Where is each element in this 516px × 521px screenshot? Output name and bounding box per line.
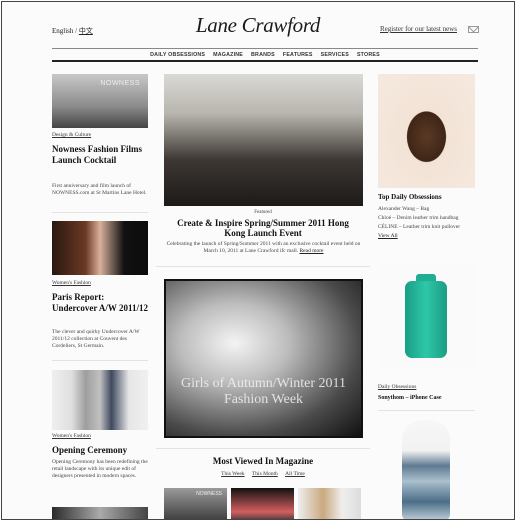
nav-stores[interactable]: STORES	[357, 52, 380, 58]
article-title[interactable]: Opening Ceremony	[52, 445, 148, 456]
most-viewed-thumbnail[interactable]: NOWNESS	[164, 488, 227, 519]
iphone-case-product-image[interactable]	[378, 264, 475, 374]
obsession-item[interactable]: Alexander Wang – Bag	[378, 205, 475, 214]
header: English / 中文 Lane Crawford Register for …	[2, 2, 514, 64]
fashion-week-feature-image[interactable]: Girls of Autumn/Winter 2011 Fashion Week	[164, 279, 363, 438]
divider	[52, 360, 148, 361]
top-daily-obsessions-title[interactable]: Top Daily Obsessions	[378, 193, 475, 201]
opening-ceremony-article-image[interactable]	[52, 370, 148, 430]
featured-title[interactable]: Create & Inspire Spring/Summer 2011 Hong…	[170, 218, 356, 238]
tab-this-week[interactable]: This Week	[221, 471, 244, 477]
nav-features[interactable]: FEATURES	[283, 52, 313, 58]
article-image[interactable]	[52, 507, 148, 519]
article-summary: Opening Ceremony has been redefining the…	[52, 459, 148, 479]
featured-summary: Celebrating the launch of Spring/Summer …	[164, 241, 363, 255]
article-summary: The clever and quirky Undercover A/W 201…	[52, 329, 140, 349]
tab-this-month[interactable]: This Month	[252, 471, 278, 477]
divider	[52, 212, 148, 213]
product-section-link[interactable]: Daily Obsessions	[378, 384, 416, 390]
envelope-icon[interactable]	[468, 26, 479, 33]
necklace-product-image[interactable]	[402, 420, 450, 519]
nav-services[interactable]: SERVICES	[321, 52, 349, 58]
tab-all-time[interactable]: All Time	[285, 471, 305, 477]
divider	[156, 266, 370, 267]
featured-summary-text: Celebrating the launch of Spring/Summer …	[166, 241, 361, 254]
read-more-link[interactable]: Read more	[300, 248, 324, 254]
article-title[interactable]: Nowness Fashion Films Launch Cocktail	[52, 144, 148, 166]
article-summary: First anniversary and film launch of NOW…	[52, 183, 147, 196]
nav-brands[interactable]: BRANDS	[251, 52, 275, 58]
thumbnail-photo-text: NOWNESS	[196, 491, 222, 497]
divider	[156, 448, 370, 449]
obsession-item[interactable]: CÉLINE – Leather trim knit pullover	[378, 223, 475, 232]
feature-overlay-text: Girls of Autumn/Winter 2011 Fashion Week	[181, 376, 346, 407]
nowness-photo-text: NOWNESS	[100, 80, 140, 87]
register-newsletter-link[interactable]: Register for our latest news	[380, 25, 457, 33]
divider	[378, 410, 475, 411]
article-title[interactable]: Paris Report: Undercover A/W 2011/12	[52, 292, 148, 314]
undercover-article-image[interactable]	[52, 221, 148, 275]
nav-daily-obsessions[interactable]: DAILY OBSESSIONS	[150, 52, 205, 58]
featured-label: Featured	[254, 210, 272, 215]
view-all-link[interactable]: View All	[378, 232, 475, 241]
most-viewed-thumbnail[interactable]	[298, 488, 361, 519]
main-nav: DAILY OBSESSIONS MAGAZINE BRANDS FEATURE…	[52, 48, 478, 62]
article-section-link[interactable]: Women's Fashion	[52, 280, 91, 286]
most-viewed-title: Most Viewed In Magazine	[212, 456, 314, 466]
nav-magazine[interactable]: MAGAZINE	[213, 52, 243, 58]
nowness-article-image[interactable]: NOWNESS	[52, 74, 148, 128]
most-viewed-thumbnail[interactable]	[231, 488, 294, 519]
featured-event-image[interactable]	[164, 74, 363, 206]
bag-product-image[interactable]	[378, 74, 475, 188]
case-body	[405, 281, 447, 358]
obsessions-list: Alexander Wang – Bag Chloé – Denim leath…	[378, 205, 475, 241]
article-section-link[interactable]: Design & Culture	[52, 132, 91, 138]
article-section-link[interactable]: Women's Fashion	[52, 433, 91, 439]
most-viewed-tabs: This Week This Month All Time	[156, 471, 370, 477]
obsession-item[interactable]: Chloé – Denim leather trim handbag	[378, 214, 475, 223]
product-title[interactable]: Sonythom – iPhone Case	[378, 395, 475, 401]
page-frame: English / 中文 Lane Crawford Register for …	[1, 1, 515, 520]
